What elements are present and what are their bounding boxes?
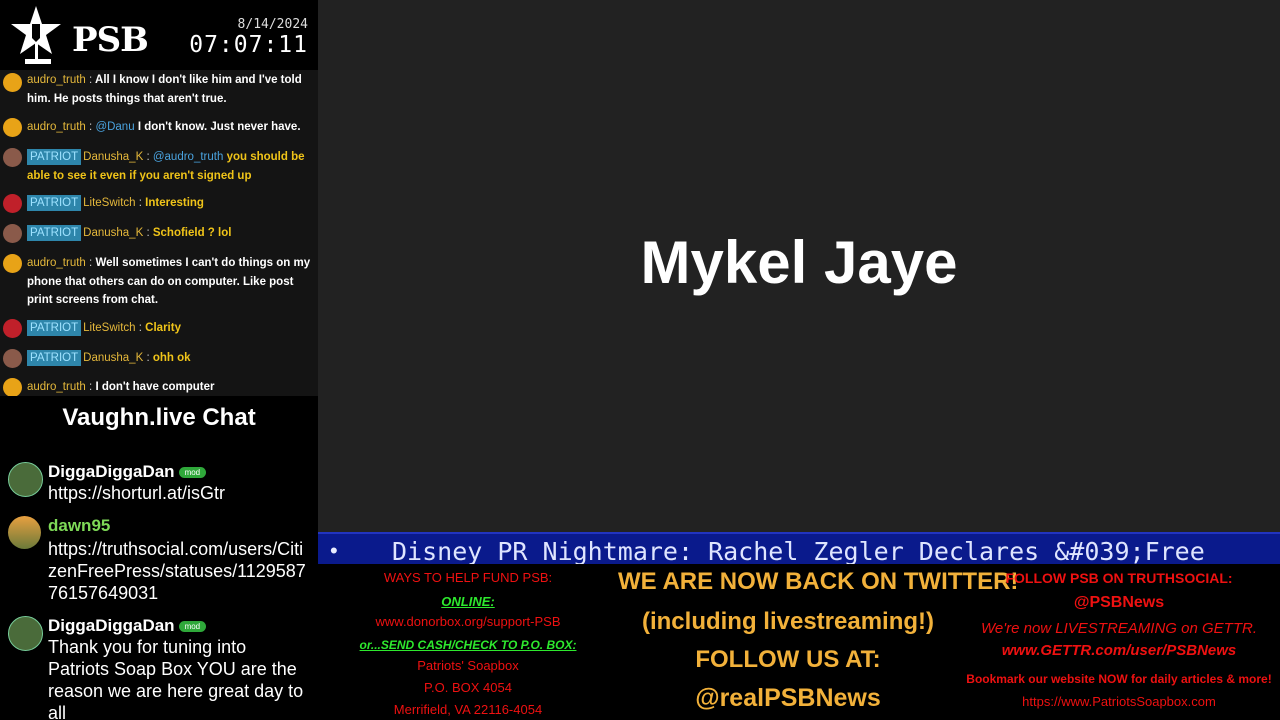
vaughn-chat-panel[interactable]: Constabulary..... DiggaDiggaDan mod https… <box>0 396 318 720</box>
chat-message: PATRIOT Danusha_K : ohh ok <box>0 349 316 369</box>
avatar <box>3 349 22 368</box>
chat-username[interactable]: audro_truth <box>27 74 86 86</box>
ticker-text: Disney PR Nightmare: Rachel Zegler Decla… <box>392 537 1205 566</box>
avatar <box>3 148 22 167</box>
truthsocial-heading: FOLLOW PSB ON TRUTHSOCIAL: <box>1005 570 1233 586</box>
chat-username[interactable]: audro_truth <box>27 121 86 133</box>
video-stage: Mykel Jaye <box>318 0 1280 532</box>
chat-username[interactable]: audro_truth <box>27 257 86 269</box>
chat-username[interactable]: Danusha_K <box>83 227 143 239</box>
twitter-line: FOLLOW US AT: <box>695 646 881 673</box>
chat-username[interactable]: Danusha_K <box>83 151 143 163</box>
gettr-link[interactable]: www.GETTR.com/user/PSBNews <box>958 642 1280 659</box>
chat-text[interactable]: https://shorturl.at/isGtr <box>48 482 308 504</box>
truthsocial-handle[interactable]: @PSBNews <box>958 594 1280 612</box>
chat-text: ohh ok <box>152 352 191 364</box>
patriot-badge: PATRIOT <box>27 350 82 366</box>
patriot-badge: PATRIOT <box>27 195 82 211</box>
chat-text: Clarity <box>145 322 181 334</box>
avatar <box>3 194 22 213</box>
patriot-badge: PATRIOT <box>27 320 82 336</box>
clock-time: 07:07:11 <box>189 32 308 58</box>
chat-message: DiggaDiggaDan mod Thank you for tuning in… <box>0 616 318 720</box>
chat-username[interactable]: Danusha_K <box>83 352 143 364</box>
chat-text: I don't know. Just never have. <box>137 121 301 133</box>
speaker-name: Mykel Jaye <box>640 229 958 296</box>
fund-psb-column: WAYS TO HELP FUND PSB: ONLINE: www.donor… <box>318 564 618 720</box>
chat-message: DiggaDiggaDan mod https://shorturl.at/isG… <box>0 462 318 506</box>
twitter-column: WE ARE NOW BACK ON TWITTER! (including l… <box>618 564 1019 720</box>
chat-message: audro_truth : I don't have computer <box>0 378 316 396</box>
mod-badge: mod <box>178 621 207 633</box>
patriot-badge: PATRIOT <box>27 225 82 241</box>
chat-text[interactable]: https://truthsocial.com/users/CitizenFre… <box>48 538 308 604</box>
chat-username[interactable]: LiteSwitch <box>83 197 135 209</box>
mod-badge: mod <box>178 467 207 479</box>
chat-text: Thank you for tuning into Patriots Soap … <box>48 637 304 720</box>
twitter-line: (including livestreaming!) <box>641 608 935 635</box>
chat-username[interactable]: LiteSwitch <box>83 322 135 334</box>
twitter-handle[interactable]: @realPSBNews <box>618 684 958 713</box>
fund-heading: WAYS TO HELP FUND PSB: <box>383 570 553 585</box>
avatar <box>3 254 22 273</box>
clock-date: 8/14/2024 <box>237 17 308 32</box>
address-line: P.O. BOX 4054 <box>424 680 512 695</box>
chat-mention[interactable]: @audro_truth <box>153 151 224 163</box>
mail-label: or...SEND CASH/CHECK TO P.O. BOX: <box>359 638 577 652</box>
sidebar: PSB 8/14/2024 07:07:11 audro_truth : All… <box>0 0 318 720</box>
avatar <box>3 319 22 338</box>
chat-message: PATRIOT LiteSwitch : Interesting <box>0 194 316 214</box>
chat-text: Schofield ? lol <box>152 227 232 239</box>
avatar <box>3 73 22 92</box>
avatar <box>8 462 43 497</box>
avatar <box>3 118 22 137</box>
psb-logo: PSB <box>10 4 149 66</box>
chat-username[interactable]: dawn95 <box>48 516 110 536</box>
chat-username[interactable]: DiggaDiggaDan <box>48 616 175 635</box>
avatar <box>3 378 22 396</box>
news-ticker: • Disney PR Nightmare: Rachel Zegler Dec… <box>318 532 1280 566</box>
chat-username[interactable]: DiggaDiggaDan <box>48 462 175 481</box>
avatar <box>3 224 22 243</box>
online-label: ONLINE: <box>441 594 495 609</box>
truthsocial-column: FOLLOW PSB ON TRUTHSOCIAL: @PSBNews We'r… <box>958 564 1280 720</box>
chat-mention[interactable]: @Danu <box>95 121 134 133</box>
chat-text: I don't have computer <box>95 381 215 393</box>
website-link[interactable]: https://www.PatriotsSoapbox.com <box>958 694 1280 709</box>
gettr-line: We're now LIVESTREAMING on GETTR. <box>981 620 1257 637</box>
chat-message: audro_truth : Well sometimes I can't do … <box>0 254 316 310</box>
bookmark-line: Bookmark our website NOW for daily artic… <box>966 672 1272 686</box>
avatar <box>8 516 41 549</box>
donate-link[interactable]: www.donorbox.org/support-PSB <box>318 614 618 629</box>
chat-message: audro_truth : @Danu I don't know. Just n… <box>0 118 316 138</box>
bullet-icon: • <box>330 538 338 563</box>
address-line: Merrifield, VA 22116-4054 <box>393 702 543 717</box>
twitter-line: WE ARE NOW BACK ON TWITTER! <box>618 568 1019 595</box>
chat-message: dawn95 https://truthsocial.com/users/Cit… <box>0 516 318 606</box>
logo-text: PSB <box>72 20 149 60</box>
chat-username[interactable]: audro_truth <box>27 381 86 393</box>
star-icon <box>11 6 61 64</box>
chat-message: PATRIOT LiteSwitch : Clarity <box>0 319 316 339</box>
avatar <box>8 616 43 651</box>
header: PSB 8/14/2024 07:07:11 <box>0 0 318 70</box>
vaughn-chat-title: Vaughn.live Chat <box>0 404 318 438</box>
footer-banner: WAYS TO HELP FUND PSB: ONLINE: www.donor… <box>318 564 1280 720</box>
chat-message: PATRIOT Danusha_K : @audro_truth you shou… <box>0 148 316 186</box>
chat-text: Interesting <box>145 197 204 209</box>
chat-message: audro_truth : All I know I don't like hi… <box>0 71 316 109</box>
patriot-badge: PATRIOT <box>27 149 82 165</box>
chat-message: PATRIOT Danusha_K : Schofield ? lol <box>0 224 316 244</box>
address-line: Patriots' Soapbox <box>417 658 519 673</box>
psb-chat-panel[interactable]: audro_truth : All I know I don't like hi… <box>0 70 318 396</box>
